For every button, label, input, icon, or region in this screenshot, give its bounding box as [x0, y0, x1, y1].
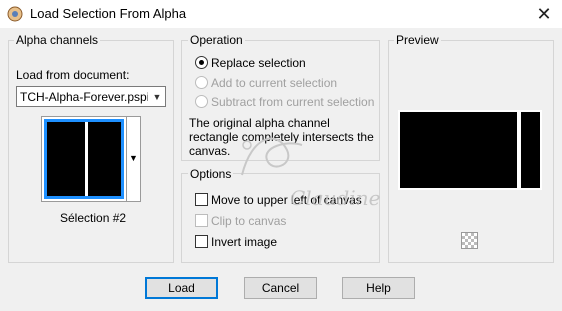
close-icon[interactable]: ✕ — [532, 3, 556, 25]
clip-to-canvas-label[interactable]: Clip to canvas — [211, 214, 286, 228]
replace-selection-radio[interactable] — [195, 56, 208, 69]
watermark-flourish — [232, 125, 312, 185]
add-selection-radio[interactable] — [195, 76, 208, 89]
channel-divider — [85, 122, 88, 196]
clip-to-canvas-checkbox[interactable] — [195, 214, 208, 227]
help-button[interactable]: Help — [342, 277, 415, 299]
dropdown-arrow-icon: ▼ — [129, 153, 138, 163]
app-icon — [6, 5, 24, 23]
cancel-button[interactable]: Cancel — [244, 277, 317, 299]
operation-label: Operation — [188, 33, 245, 47]
selection-name: Sélection #2 — [60, 211, 127, 225]
channel-thumbnail[interactable] — [41, 116, 127, 202]
add-selection-label[interactable]: Add to current selection — [211, 76, 337, 90]
thumbnail-dropdown[interactable]: ▼ — [127, 116, 141, 202]
preview-label: Preview — [394, 33, 441, 47]
watermark-text: Claudine — [290, 186, 381, 210]
selection-highlight — [44, 119, 124, 199]
replace-selection-label[interactable]: Replace selection — [211, 56, 306, 70]
preview-right-panel — [521, 112, 540, 188]
preview-canvas — [398, 110, 542, 190]
radio-dot — [199, 60, 204, 65]
move-upper-left-checkbox[interactable] — [195, 193, 208, 206]
subtract-selection-radio[interactable] — [195, 95, 208, 108]
invert-image-checkbox[interactable] — [195, 235, 208, 248]
transparency-icon[interactable] — [461, 232, 478, 249]
window-title: Load Selection From Alpha — [30, 6, 187, 21]
load-from-label: Load from document: — [16, 68, 130, 82]
preview-left-panel — [400, 112, 517, 188]
document-select[interactable]: TCH-Alpha-Forever.pspimage ▼ — [16, 86, 166, 107]
chevron-down-icon: ▼ — [152, 92, 162, 102]
load-button[interactable]: Load — [145, 277, 218, 299]
subtract-selection-label[interactable]: Subtract from current selection — [211, 95, 374, 109]
alpha-channels-label: Alpha channels — [14, 33, 101, 47]
invert-image-label[interactable]: Invert image — [211, 235, 277, 249]
options-label: Options — [188, 167, 234, 181]
document-select-value: TCH-Alpha-Forever.pspimage — [20, 90, 148, 104]
